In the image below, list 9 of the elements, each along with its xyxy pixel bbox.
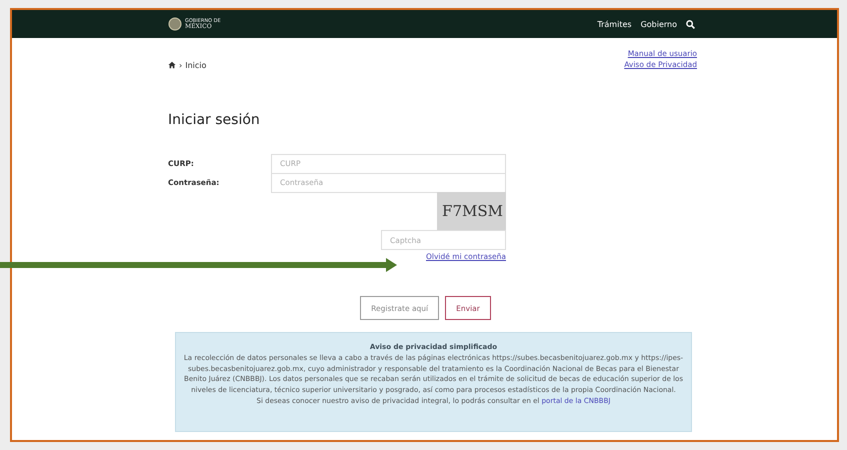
search-icon[interactable] — [686, 20, 695, 28]
page-title: Iniciar sesión — [168, 112, 261, 130]
home-icon[interactable] — [168, 61, 176, 69]
breadcrumb-separator: › — [179, 60, 182, 70]
nav-link[interactable]: Trámites — [597, 20, 632, 28]
breadcrumb-item[interactable]: Inicio — [185, 60, 206, 70]
captcha-image: F7MSM — [437, 192, 506, 230]
seal-icon — [168, 17, 182, 31]
nav-link[interactable]: Gobierno — [640, 20, 677, 28]
